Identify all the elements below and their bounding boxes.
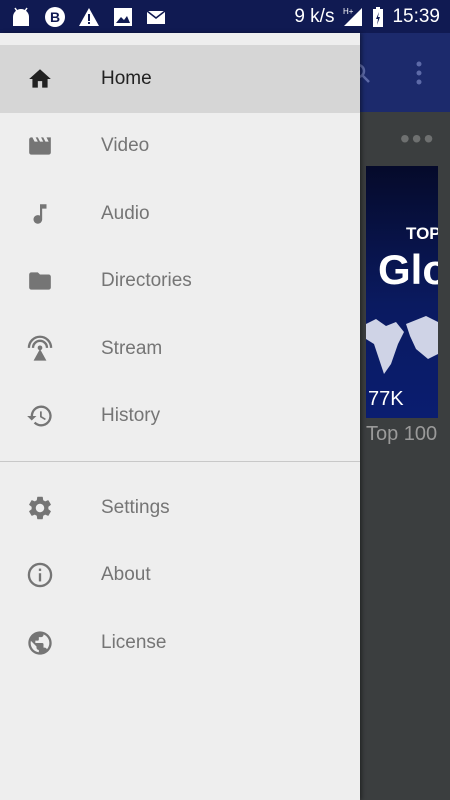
drawer-item-stream[interactable]: Stream xyxy=(0,315,360,383)
music-note-icon xyxy=(26,200,54,228)
network-speed: 9 k/s xyxy=(294,5,335,27)
video-thumbnail[interactable]: TOP Glo 77K xyxy=(366,166,438,418)
android-icon xyxy=(10,6,32,28)
svg-text:B: B xyxy=(50,9,60,25)
drawer-item-label: Video xyxy=(101,135,150,157)
signal-icon: H+ xyxy=(342,6,364,28)
thumbnail-title-large: Glo xyxy=(378,246,438,293)
drawer-item-directories[interactable]: Directories xyxy=(0,248,360,316)
home-icon xyxy=(26,65,54,93)
drawer-item-label: License xyxy=(101,631,167,653)
drawer-item-label: Stream xyxy=(101,337,163,359)
world-map-icon xyxy=(366,316,438,374)
drawer-item-video[interactable]: Video xyxy=(0,113,360,181)
battery-icon xyxy=(372,6,384,28)
mail-icon xyxy=(146,6,168,28)
drawer-item-history[interactable]: History xyxy=(0,383,360,451)
gear-icon xyxy=(26,494,54,522)
status-bar: B 9 k/s H+ 15:39 xyxy=(0,0,450,33)
drawer-item-audio[interactable]: Audio xyxy=(0,180,360,248)
drawer-item-settings[interactable]: Settings xyxy=(0,474,360,542)
thumbnail-title-small: TOP xyxy=(406,224,438,243)
svg-text:H+: H+ xyxy=(343,7,354,16)
clock: 15:39 xyxy=(392,5,440,27)
drawer-header-spacer xyxy=(0,33,360,45)
drawer-item-home[interactable]: Home xyxy=(0,45,360,113)
folder-icon xyxy=(26,267,54,295)
drawer-item-label: Settings xyxy=(101,496,170,518)
drawer-item-label: Home xyxy=(101,67,152,89)
drawer-divider xyxy=(0,461,360,462)
image-icon xyxy=(112,6,134,28)
more-options-icon[interactable] xyxy=(412,59,426,87)
globe-icon xyxy=(26,629,54,657)
drawer-item-label: History xyxy=(101,405,161,427)
drawer-item-label: Audio xyxy=(101,202,150,224)
drawer-item-label: About xyxy=(101,564,151,586)
broadcast-icon xyxy=(26,335,54,363)
info-icon xyxy=(26,561,54,589)
card-more-icon[interactable]: ••• xyxy=(400,125,435,153)
drawer-item-label: Directories xyxy=(101,270,192,292)
view-count: 77K xyxy=(368,388,404,410)
warning-icon xyxy=(78,6,100,28)
drawer-item-license[interactable]: License xyxy=(0,609,360,677)
drawer-item-about[interactable]: About xyxy=(0,542,360,610)
movie-icon xyxy=(26,132,54,160)
navigation-drawer: Home Video Audio Directories Stream Hist… xyxy=(0,33,360,800)
video-caption[interactable]: Top 100 xyxy=(366,423,450,446)
bitcoin-icon: B xyxy=(44,6,66,28)
history-icon xyxy=(26,402,54,430)
